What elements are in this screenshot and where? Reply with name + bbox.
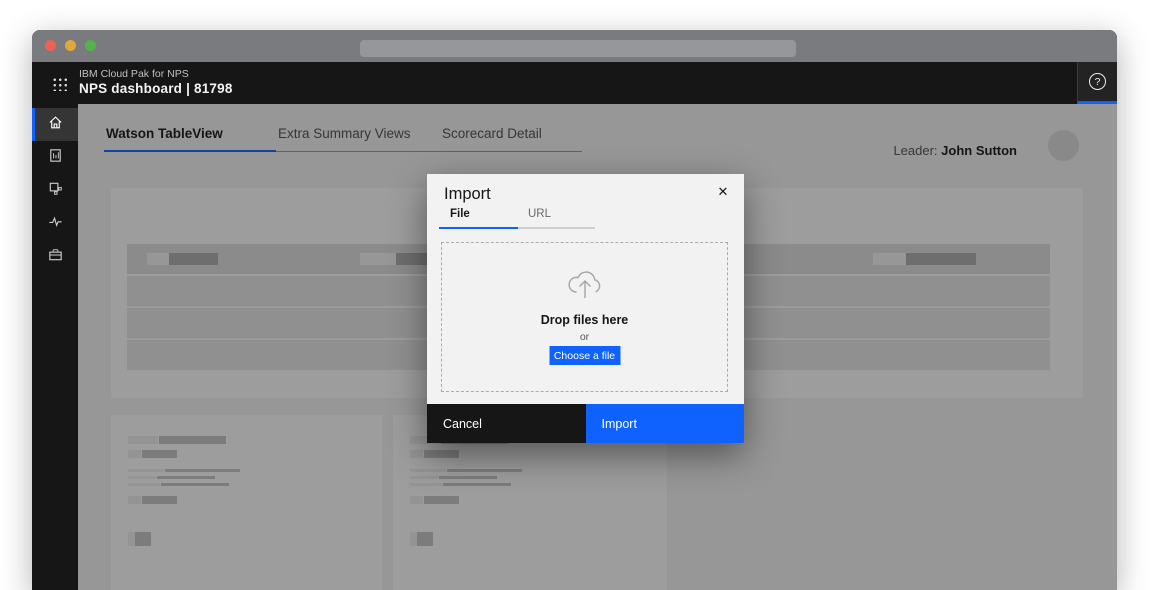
- app-header: IBM Cloud Pak for NPS NPS dashboard | 81…: [32, 62, 1117, 104]
- tab-file[interactable]: File: [439, 208, 518, 229]
- home-icon: [47, 114, 64, 136]
- minimize-window-button[interactable]: [65, 40, 76, 51]
- help-icon: ?: [1089, 73, 1106, 90]
- report-icon: [47, 147, 64, 169]
- assets-icon: [47, 180, 64, 202]
- close-icon[interactable]: ✕: [713, 182, 733, 202]
- address-bar[interactable]: [360, 40, 796, 57]
- sidebar-item-activity[interactable]: [32, 207, 78, 240]
- sidebar-item-assets[interactable]: [32, 174, 78, 207]
- sidebar-item-report[interactable]: [32, 141, 78, 174]
- page-title: NPS dashboard | 81798: [79, 81, 233, 97]
- close-window-button[interactable]: [45, 40, 56, 51]
- help-button[interactable]: ?: [1077, 62, 1117, 104]
- upload-cloud-icon: [563, 267, 607, 306]
- modal-title: Import: [444, 185, 491, 203]
- import-button[interactable]: Import: [585, 404, 744, 443]
- import-modal: Import ✕ File URL Drop files here or Cho…: [427, 174, 744, 443]
- traffic-lights: [45, 40, 96, 51]
- dropzone-separator: or: [579, 331, 590, 343]
- import-source-tabs: File URL: [439, 208, 595, 229]
- product-name: IBM Cloud Pak for NPS: [79, 68, 189, 80]
- toolbox-icon: [47, 246, 64, 268]
- activity-icon: [47, 213, 64, 235]
- app-switcher-icon[interactable]: [51, 75, 67, 91]
- file-dropzone[interactable]: Drop files here or Choose a file: [441, 242, 728, 392]
- browser-chrome: [32, 30, 1117, 62]
- tab-url[interactable]: URL: [518, 208, 595, 229]
- sidebar-item-toolbox[interactable]: [32, 240, 78, 273]
- choose-file-button[interactable]: Choose a file: [549, 346, 620, 365]
- header-titles: IBM Cloud Pak for NPS NPS dashboard | 81…: [79, 68, 233, 98]
- cancel-button[interactable]: Cancel: [427, 404, 586, 443]
- dropzone-heading: Drop files here: [540, 313, 629, 327]
- modal-footer: Cancel Import: [427, 404, 744, 443]
- left-nav: [32, 104, 78, 590]
- maximize-window-button[interactable]: [85, 40, 96, 51]
- sidebar-item-home[interactable]: [32, 108, 78, 141]
